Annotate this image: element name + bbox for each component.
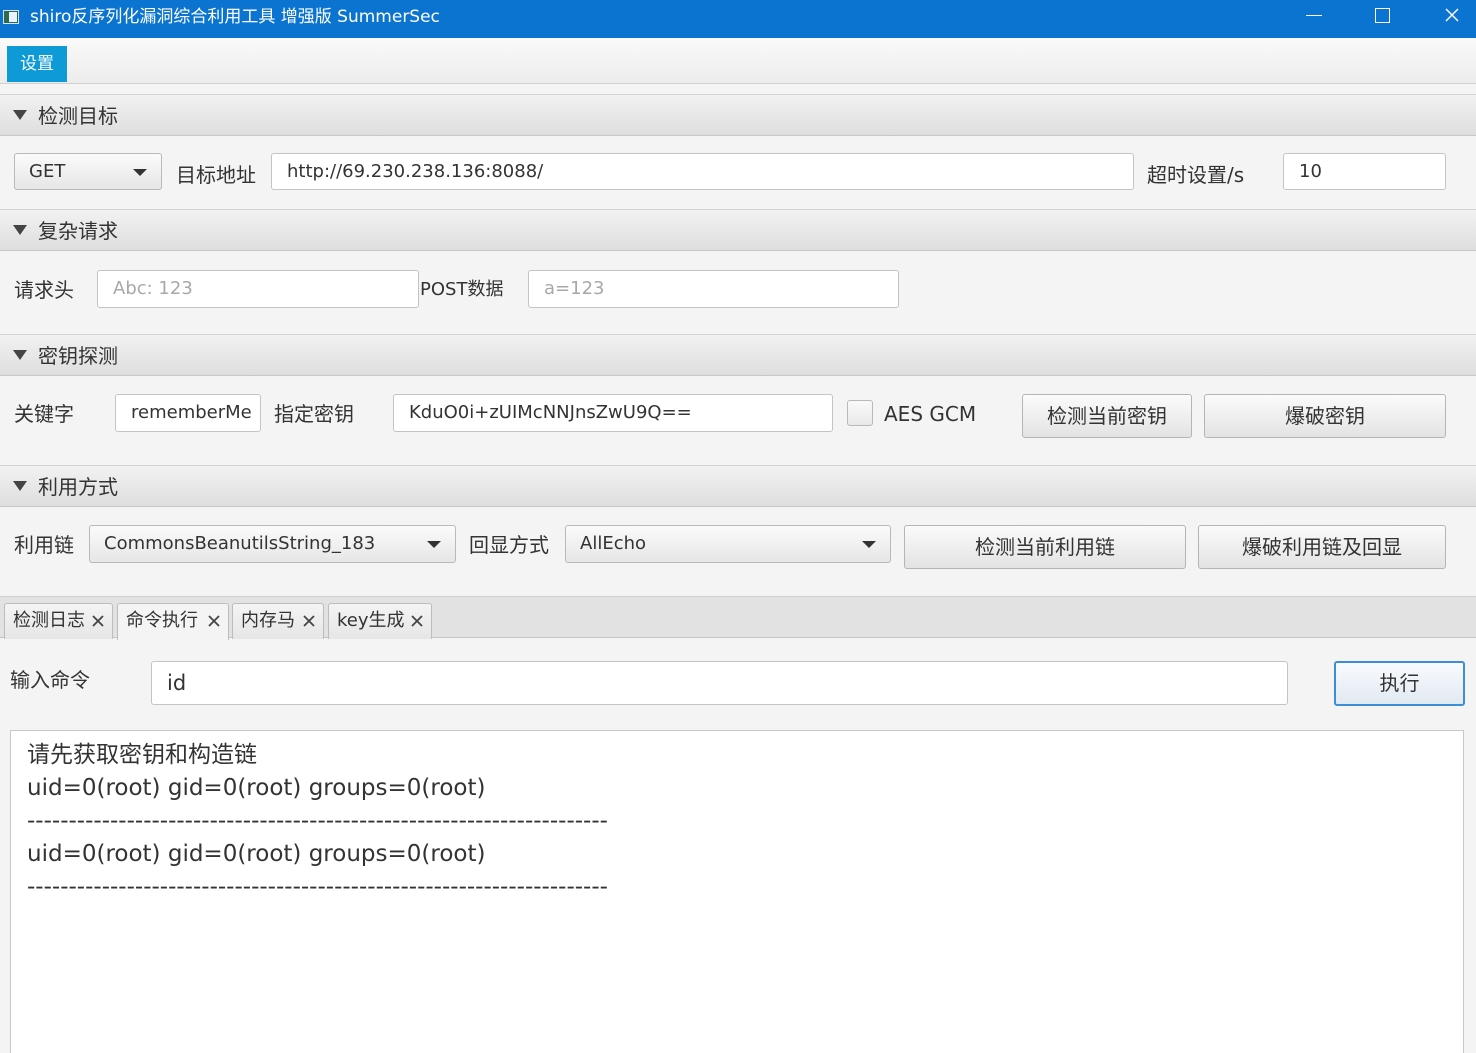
method-value: GET bbox=[29, 161, 66, 182]
tab-close-icon[interactable] bbox=[208, 615, 220, 627]
timeout-label: 超时设置/s bbox=[1147, 163, 1245, 187]
tab-memory-shell[interactable]: 内存马 bbox=[232, 603, 324, 639]
brute-chain-button[interactable]: 爆破利用链及回显 bbox=[1198, 525, 1446, 569]
url-label: 目标地址 bbox=[176, 163, 256, 187]
tab-command-exec[interactable]: 命令执行 bbox=[117, 603, 229, 640]
section-target-title: 检测目标 bbox=[38, 104, 118, 128]
section-request-title: 复杂请求 bbox=[38, 219, 118, 243]
section-request-header[interactable]: 复杂请求 bbox=[0, 209, 1476, 251]
collapse-triangle-icon bbox=[13, 481, 27, 491]
command-output[interactable]: 请先获取密钥和构造链 uid=0(root) gid=0(root) group… bbox=[10, 730, 1464, 1053]
collapse-triangle-icon bbox=[13, 110, 27, 120]
tab-label: key生成 bbox=[337, 610, 405, 631]
url-input[interactable]: http://69.230.238.136:8088/ bbox=[271, 153, 1134, 190]
brute-key-button[interactable]: 爆破密钥 bbox=[1204, 394, 1446, 438]
minimize-button[interactable] bbox=[1284, 0, 1344, 32]
chevron-down-icon bbox=[862, 541, 876, 548]
tab-label: 命令执行 bbox=[126, 610, 198, 631]
chevron-down-icon bbox=[133, 169, 147, 176]
post-data-label: POST数据 bbox=[420, 279, 504, 300]
output-line: uid=0(root) gid=0(root) groups=0(root) bbox=[27, 841, 486, 867]
header-label: 请求头 bbox=[14, 278, 74, 302]
keyword-label: 关键字 bbox=[14, 402, 74, 426]
tab-bar: 检测日志 命令执行 内存马 key生成 bbox=[0, 596, 1476, 640]
output-line: 请先获取密钥和构造链 bbox=[27, 742, 257, 768]
aes-gcm-checkbox[interactable] bbox=[847, 400, 873, 426]
menu-bar: 设置 bbox=[0, 38, 1476, 84]
chain-select[interactable]: CommonsBeanutilsString_183 bbox=[89, 525, 456, 563]
tab-key-gen[interactable]: key生成 bbox=[328, 603, 432, 639]
tab-label: 内存马 bbox=[241, 610, 295, 631]
post-data-input[interactable]: a=123 bbox=[528, 270, 899, 308]
section-exploit-title: 利用方式 bbox=[38, 475, 118, 499]
menu-settings[interactable]: 设置 bbox=[7, 46, 67, 82]
tab-label: 检测日志 bbox=[13, 610, 85, 631]
collapse-triangle-icon bbox=[13, 350, 27, 360]
echo-value: AllEcho bbox=[580, 533, 647, 554]
echo-select[interactable]: AllEcho bbox=[565, 525, 891, 563]
section-key-header[interactable]: 密钥探测 bbox=[0, 334, 1476, 376]
chevron-down-icon bbox=[427, 541, 441, 548]
tab-close-icon[interactable] bbox=[303, 615, 315, 627]
close-icon bbox=[1445, 8, 1459, 22]
window-title: shiro反序列化漏洞综合利用工具 增强版 SummerSec bbox=[30, 7, 440, 27]
collapse-triangle-icon bbox=[13, 225, 27, 235]
chain-label: 利用链 bbox=[14, 533, 74, 557]
output-line: uid=0(root) gid=0(root) groups=0(root) bbox=[27, 775, 486, 801]
timeout-input[interactable]: 10 bbox=[1283, 153, 1446, 190]
check-key-button[interactable]: 检测当前密钥 bbox=[1022, 394, 1192, 438]
echo-label: 回显方式 bbox=[469, 533, 549, 557]
output-line: ----------------------------------------… bbox=[27, 874, 608, 900]
aes-gcm-label: AES GCM bbox=[884, 402, 977, 426]
maximize-button[interactable] bbox=[1352, 0, 1412, 32]
command-input[interactable]: id bbox=[151, 661, 1288, 705]
title-bar: shiro反序列化漏洞综合利用工具 增强版 SummerSec bbox=[0, 0, 1476, 38]
method-select[interactable]: GET bbox=[14, 153, 162, 190]
section-key-title: 密钥探测 bbox=[38, 344, 118, 368]
tab-close-icon[interactable] bbox=[92, 615, 104, 627]
output-line: ----------------------------------------… bbox=[27, 808, 608, 834]
section-target-header[interactable]: 检测目标 bbox=[0, 94, 1476, 136]
chain-value: CommonsBeanutilsString_183 bbox=[104, 533, 376, 554]
close-button[interactable] bbox=[1420, 0, 1476, 32]
specified-key-label: 指定密钥 bbox=[274, 402, 354, 426]
section-exploit-header[interactable]: 利用方式 bbox=[0, 465, 1476, 507]
header-input[interactable]: Abc: 123 bbox=[97, 270, 419, 308]
keyword-input[interactable]: rememberMe bbox=[115, 394, 261, 432]
execute-button[interactable]: 执行 bbox=[1334, 661, 1465, 706]
specified-key-input[interactable]: KduO0i+zUIMcNNJnsZwU9Q== bbox=[393, 394, 833, 432]
tab-detect-log[interactable]: 检测日志 bbox=[4, 603, 113, 639]
command-input-label: 输入命令 bbox=[10, 668, 90, 692]
tab-close-icon[interactable] bbox=[411, 615, 423, 627]
check-chain-button[interactable]: 检测当前利用链 bbox=[904, 525, 1186, 569]
app-icon bbox=[3, 10, 19, 24]
